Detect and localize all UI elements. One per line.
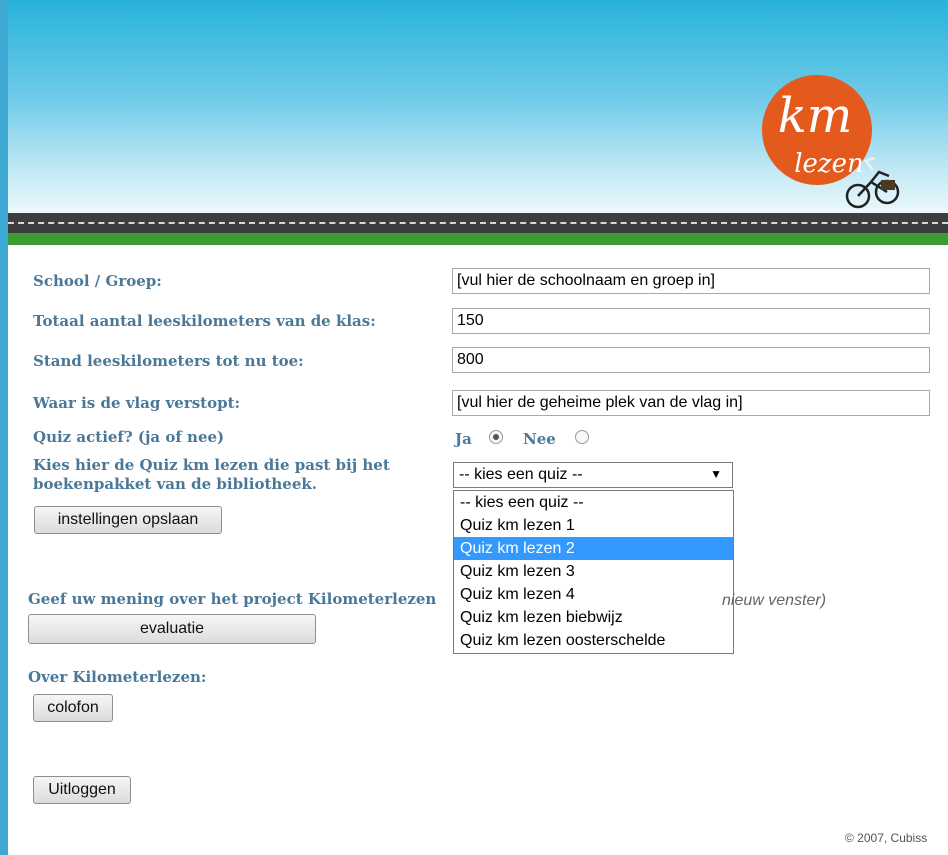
total-km-input[interactable] [452,308,930,334]
current-km-label: Stand leeskilometers tot nu toe: [33,352,304,370]
quiz-choose-label-line1: Kies hier de Quiz km lezen die past bij … [33,456,390,474]
about-label: Over Kilometerlezen: [28,668,207,686]
evaluation-button[interactable]: evaluatie [28,614,316,644]
dropdown-arrow-icon: ▼ [710,467,722,481]
copyright-text: © 2007, Cubiss [845,831,928,845]
quiz-option[interactable]: -- kies een quiz -- [454,491,733,514]
road-centerline [8,222,948,224]
current-km-input[interactable] [452,347,930,373]
quiz-yes-label: Ja [455,430,472,448]
total-km-label: Totaal aantal leeskilometers van de klas… [33,312,376,330]
quiz-active-label: Quiz actief? (ja of nee) [33,428,225,446]
quiz-yes-radio[interactable] [489,430,503,444]
quiz-option[interactable]: Quiz km lezen 1 [454,514,733,537]
quiz-select[interactable]: -- kies een quiz -- ▼ [453,462,733,488]
quiz-select-value: -- kies een quiz -- [459,466,583,483]
quiz-option[interactable]: Quiz km lezen 4 [454,583,733,606]
quiz-option[interactable]: Quiz km lezen 3 [454,560,733,583]
school-input[interactable] [452,268,930,294]
left-border [0,0,8,855]
quiz-no-radio[interactable] [575,430,589,444]
logo-text-lezen: lezen [794,149,864,179]
logo-text-km: km [778,88,853,144]
evaluation-label: Geef uw mening over het project Kilomete… [28,590,437,608]
quiz-option[interactable]: Quiz km lezen oosterschelde [454,629,733,652]
quiz-dropdown-list: -- kies een quiz -- Quiz km lezen 1 Quiz… [453,490,734,654]
quiz-option-highlighted[interactable]: Quiz km lezen 2 [454,537,733,560]
logout-button[interactable]: Uitloggen [33,776,131,804]
quiz-option[interactable]: Quiz km lezen biebwijz [454,606,733,629]
km-lezen-logo: km lezen [762,75,900,209]
quiz-choose-label-line2: boekenpakket van de bibliotheek. [33,475,317,493]
flag-location-input[interactable] [452,390,930,416]
flag-location-label: Waar is de vlag verstopt: [33,394,241,412]
evaluation-hint: nieuw venster) [722,592,827,609]
quiz-no-label: Nee [523,430,556,448]
school-label: School / Groep: [33,272,162,290]
save-settings-button[interactable]: instellingen opslaan [34,506,222,534]
grass-stripe [8,233,948,245]
colofon-button[interactable]: colofon [33,694,113,722]
